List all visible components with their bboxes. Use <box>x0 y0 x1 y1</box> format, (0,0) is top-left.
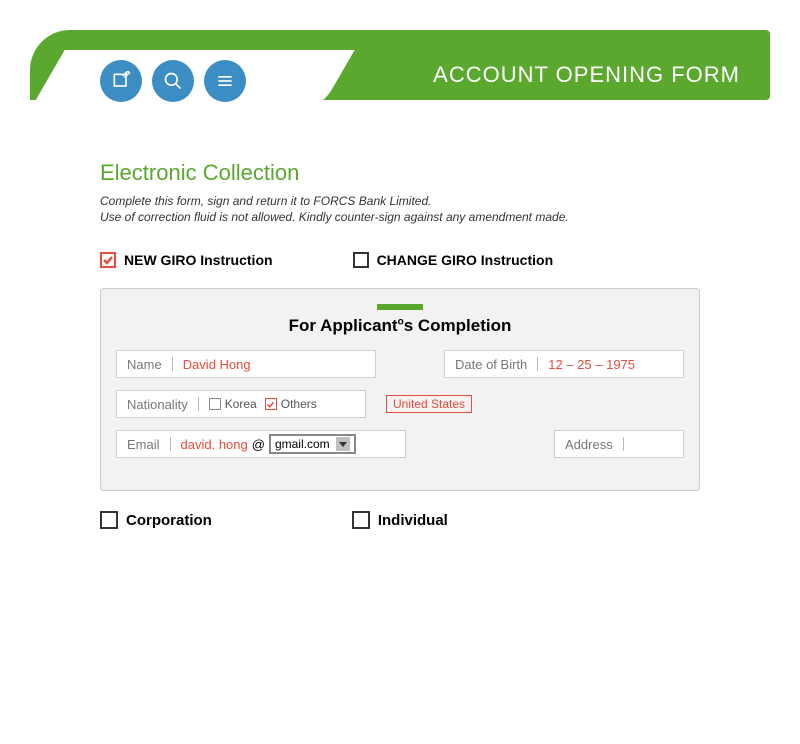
name-label: Name <box>127 357 172 372</box>
row-email-address: Email david. hong @ gmail.com Address <box>116 430 684 458</box>
change-giro-option: CHANGE GIRO Instruction <box>353 252 554 268</box>
account-type-row: Corporation Individual <box>100 511 700 529</box>
toolbar <box>100 60 246 102</box>
email-field: Email david. hong @ gmail.com <box>116 430 406 458</box>
separator <box>623 437 624 451</box>
korea-label: Korea <box>225 397 257 411</box>
applicant-panel: For Applicantos Completion Name David Ho… <box>100 288 700 491</box>
new-giro-label: NEW GIRO Instruction <box>124 252 273 268</box>
others-checkbox[interactable] <box>265 398 277 410</box>
check-icon <box>266 400 275 409</box>
search-icon <box>163 71 183 91</box>
edit-icon <box>111 71 131 91</box>
giro-option-row: NEW GIRO Instruction CHANGE GIRO Instruc… <box>100 252 700 268</box>
others-value-box[interactable]: United States <box>386 395 472 413</box>
content: Electronic Collection Complete this form… <box>0 130 800 529</box>
section-title: Electronic Collection <box>100 160 700 186</box>
change-giro-checkbox[interactable] <box>353 252 369 268</box>
new-giro-checkbox[interactable] <box>100 252 116 268</box>
individual-checkbox[interactable] <box>352 511 370 529</box>
at-symbol: @ <box>252 437 265 452</box>
separator <box>198 397 199 411</box>
instructions-line-1: Complete this form, sign and return it t… <box>100 194 700 208</box>
corporation-label: Corporation <box>126 512 212 529</box>
dob-value: 12 – 25 – 1975 <box>548 357 635 372</box>
others-label: Others <box>281 397 317 411</box>
address-field[interactable]: Address <box>554 430 684 458</box>
chevron-down-icon <box>336 437 350 451</box>
email-value[interactable]: david. hong <box>181 437 248 452</box>
check-icon <box>102 254 114 266</box>
corporation-option: Corporation <box>100 511 212 529</box>
page-title: ACCOUNT OPENING FORM <box>433 62 740 88</box>
row-nationality: Nationality Korea Others United States <box>116 390 684 418</box>
others-option: Others <box>265 397 317 411</box>
nationality-label: Nationality <box>127 397 198 412</box>
korea-option: Korea <box>209 397 257 411</box>
row-name-dob: Name David Hong Date of Birth 12 – 25 – … <box>116 350 684 378</box>
panel-title-right: s Completion <box>404 316 512 335</box>
address-label: Address <box>565 437 623 452</box>
individual-option: Individual <box>352 511 448 529</box>
korea-checkbox[interactable] <box>209 398 221 410</box>
email-label: Email <box>127 437 170 452</box>
separator <box>172 357 173 371</box>
name-field[interactable]: Name David Hong <box>116 350 376 378</box>
individual-label: Individual <box>378 512 448 529</box>
instructions-line-2: Use of correction fluid is not allowed. … <box>100 210 700 224</box>
change-giro-label: CHANGE GIRO Instruction <box>377 252 554 268</box>
corporation-checkbox[interactable] <box>100 511 118 529</box>
dob-field[interactable]: Date of Birth 12 – 25 – 1975 <box>444 350 684 378</box>
email-domain-value: gmail.com <box>275 437 330 451</box>
menu-button[interactable] <box>204 60 246 102</box>
panel-accent-bar <box>377 304 423 310</box>
email-domain-select[interactable]: gmail.com <box>269 434 356 454</box>
dob-label: Date of Birth <box>455 357 537 372</box>
separator <box>537 357 538 371</box>
name-value: David Hong <box>183 357 251 372</box>
search-button[interactable] <box>152 60 194 102</box>
nationality-field: Nationality Korea Others <box>116 390 366 418</box>
new-giro-option: NEW GIRO Instruction <box>100 252 273 268</box>
panel-title: For Applicantos Completion <box>116 316 684 336</box>
panel-title-left: For Applicant <box>289 316 398 335</box>
header: ACCOUNT OPENING FORM <box>30 30 770 130</box>
edit-button[interactable] <box>100 60 142 102</box>
menu-icon <box>215 71 235 91</box>
separator <box>170 437 171 451</box>
